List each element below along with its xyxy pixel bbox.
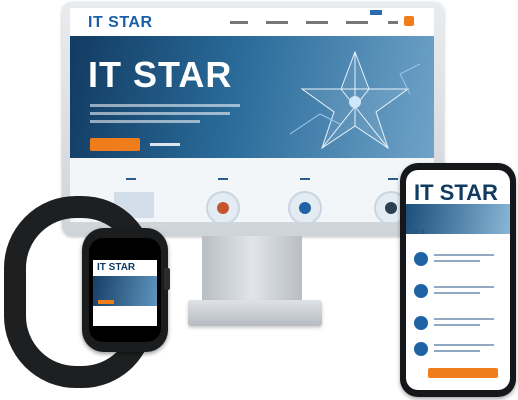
nav-item-2[interactable] (266, 21, 288, 24)
hero-text-line (90, 104, 240, 107)
feature-marker (126, 178, 136, 180)
hero-text-line (90, 112, 230, 115)
nav-flag[interactable] (370, 10, 382, 15)
watch-logo: IT STAR (97, 262, 136, 273)
star-graphic-icon (290, 50, 420, 150)
monitor-stand-neck (202, 236, 302, 304)
phone-item-icon (414, 252, 428, 266)
hero-banner: IT STAR (70, 36, 434, 158)
phone-cta-button[interactable] (428, 368, 498, 378)
phone-screen: IT STAR IT S (406, 170, 510, 390)
monitor-screen: IT STAR IT STAR (70, 8, 434, 222)
hero-secondary-link[interactable] (150, 143, 180, 146)
feature-marker (218, 178, 228, 180)
phone-list-item[interactable] (414, 282, 502, 302)
star-badge-icon[interactable] (206, 191, 240, 222)
hero-primary-button[interactable] (90, 138, 140, 151)
phone-list-item[interactable] (414, 250, 502, 270)
shield-icon[interactable] (288, 191, 322, 222)
nav-item-4[interactable] (346, 21, 368, 24)
nav-item-1[interactable] (230, 21, 248, 24)
site-logo[interactable]: IT STAR (88, 14, 153, 32)
phone-item-icon (414, 316, 428, 330)
watch-webpage: IT STAR (93, 260, 157, 326)
hero-title: IT STAR (88, 54, 233, 95)
feature-marker (388, 178, 398, 180)
phone-list-item[interactable] (414, 340, 502, 360)
watch-crown (164, 268, 170, 290)
cart-icon[interactable] (404, 16, 414, 26)
phone-section-label: IT S (414, 230, 426, 236)
phone-list-item[interactable] (414, 314, 502, 334)
nav-item-5[interactable] (388, 21, 398, 24)
nav-item-3[interactable] (306, 21, 328, 24)
hero-text-line (90, 120, 200, 123)
phone-item-icon (414, 284, 428, 298)
monitor-stand-base (188, 300, 322, 326)
phone-item-icon (414, 342, 428, 356)
phone-logo: IT STAR (414, 180, 498, 205)
watch-hero-button[interactable] (98, 300, 114, 304)
watch-screen: IT STAR (89, 238, 161, 342)
feature-marker (300, 178, 310, 180)
